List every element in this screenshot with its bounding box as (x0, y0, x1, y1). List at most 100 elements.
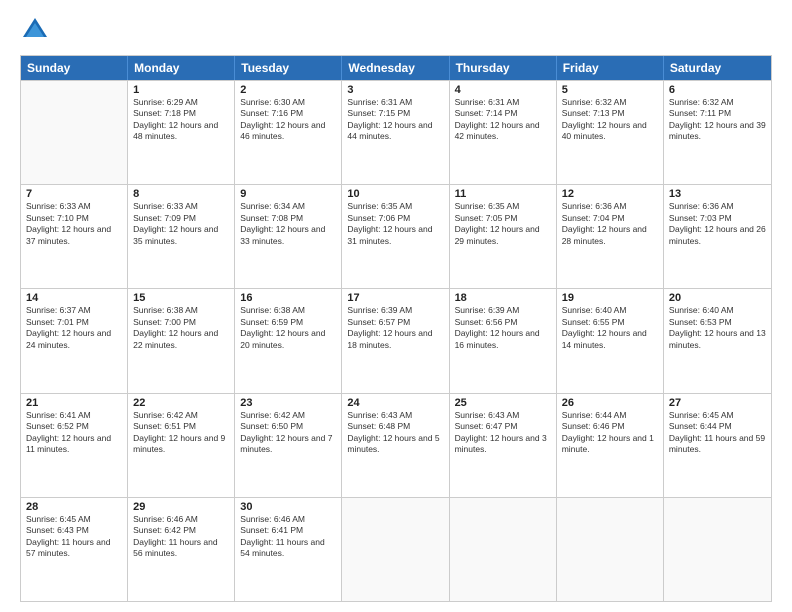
cell-info: Sunrise: 6:31 AM Sunset: 7:15 PM Dayligh… (347, 97, 443, 143)
day-cell-24: 24Sunrise: 6:43 AM Sunset: 6:48 PM Dayli… (342, 394, 449, 497)
day-number: 8 (133, 188, 229, 200)
cell-info: Sunrise: 6:45 AM Sunset: 6:44 PM Dayligh… (669, 410, 766, 456)
day-number: 28 (26, 501, 122, 513)
day-number: 1 (133, 84, 229, 96)
logo-icon (20, 15, 50, 45)
day-number: 9 (240, 188, 336, 200)
cell-info: Sunrise: 6:44 AM Sunset: 6:46 PM Dayligh… (562, 410, 658, 456)
day-number: 7 (26, 188, 122, 200)
day-cell-12: 12Sunrise: 6:36 AM Sunset: 7:04 PM Dayli… (557, 185, 664, 288)
cell-info: Sunrise: 6:43 AM Sunset: 6:47 PM Dayligh… (455, 410, 551, 456)
day-number: 20 (669, 292, 766, 304)
day-number: 12 (562, 188, 658, 200)
cell-info: Sunrise: 6:34 AM Sunset: 7:08 PM Dayligh… (240, 201, 336, 247)
day-cell-5: 5Sunrise: 6:32 AM Sunset: 7:13 PM Daylig… (557, 81, 664, 184)
day-number: 4 (455, 84, 551, 96)
day-number: 27 (669, 397, 766, 409)
header-day-sunday: Sunday (21, 56, 128, 80)
cell-info: Sunrise: 6:33 AM Sunset: 7:10 PM Dayligh… (26, 201, 122, 247)
cell-info: Sunrise: 6:39 AM Sunset: 6:57 PM Dayligh… (347, 305, 443, 351)
day-cell-22: 22Sunrise: 6:42 AM Sunset: 6:51 PM Dayli… (128, 394, 235, 497)
cell-info: Sunrise: 6:39 AM Sunset: 6:56 PM Dayligh… (455, 305, 551, 351)
day-cell-8: 8Sunrise: 6:33 AM Sunset: 7:09 PM Daylig… (128, 185, 235, 288)
day-cell-20: 20Sunrise: 6:40 AM Sunset: 6:53 PM Dayli… (664, 289, 771, 392)
day-number: 14 (26, 292, 122, 304)
cell-info: Sunrise: 6:46 AM Sunset: 6:41 PM Dayligh… (240, 514, 336, 560)
logo (20, 15, 55, 45)
day-number: 11 (455, 188, 551, 200)
week-row-1: 7Sunrise: 6:33 AM Sunset: 7:10 PM Daylig… (21, 184, 771, 288)
empty-cell (21, 81, 128, 184)
day-number: 16 (240, 292, 336, 304)
cell-info: Sunrise: 6:31 AM Sunset: 7:14 PM Dayligh… (455, 97, 551, 143)
week-row-0: 1Sunrise: 6:29 AM Sunset: 7:18 PM Daylig… (21, 80, 771, 184)
header (20, 15, 772, 45)
day-number: 19 (562, 292, 658, 304)
cell-info: Sunrise: 6:46 AM Sunset: 6:42 PM Dayligh… (133, 514, 229, 560)
cell-info: Sunrise: 6:33 AM Sunset: 7:09 PM Dayligh… (133, 201, 229, 247)
day-cell-21: 21Sunrise: 6:41 AM Sunset: 6:52 PM Dayli… (21, 394, 128, 497)
day-number: 26 (562, 397, 658, 409)
day-cell-18: 18Sunrise: 6:39 AM Sunset: 6:56 PM Dayli… (450, 289, 557, 392)
header-day-saturday: Saturday (664, 56, 771, 80)
week-row-3: 21Sunrise: 6:41 AM Sunset: 6:52 PM Dayli… (21, 393, 771, 497)
day-cell-7: 7Sunrise: 6:33 AM Sunset: 7:10 PM Daylig… (21, 185, 128, 288)
day-cell-1: 1Sunrise: 6:29 AM Sunset: 7:18 PM Daylig… (128, 81, 235, 184)
day-number: 23 (240, 397, 336, 409)
day-number: 25 (455, 397, 551, 409)
cell-info: Sunrise: 6:40 AM Sunset: 6:53 PM Dayligh… (669, 305, 766, 351)
empty-cell (450, 498, 557, 601)
day-cell-25: 25Sunrise: 6:43 AM Sunset: 6:47 PM Dayli… (450, 394, 557, 497)
day-cell-29: 29Sunrise: 6:46 AM Sunset: 6:42 PM Dayli… (128, 498, 235, 601)
cell-info: Sunrise: 6:36 AM Sunset: 7:04 PM Dayligh… (562, 201, 658, 247)
day-number: 3 (347, 84, 443, 96)
cell-info: Sunrise: 6:36 AM Sunset: 7:03 PM Dayligh… (669, 201, 766, 247)
day-cell-4: 4Sunrise: 6:31 AM Sunset: 7:14 PM Daylig… (450, 81, 557, 184)
empty-cell (342, 498, 449, 601)
header-day-monday: Monday (128, 56, 235, 80)
day-number: 10 (347, 188, 443, 200)
day-cell-11: 11Sunrise: 6:35 AM Sunset: 7:05 PM Dayli… (450, 185, 557, 288)
cell-info: Sunrise: 6:41 AM Sunset: 6:52 PM Dayligh… (26, 410, 122, 456)
day-number: 17 (347, 292, 443, 304)
week-row-4: 28Sunrise: 6:45 AM Sunset: 6:43 PM Dayli… (21, 497, 771, 601)
header-day-friday: Friday (557, 56, 664, 80)
page: SundayMondayTuesdayWednesdayThursdayFrid… (0, 0, 792, 612)
calendar: SundayMondayTuesdayWednesdayThursdayFrid… (20, 55, 772, 602)
cell-info: Sunrise: 6:30 AM Sunset: 7:16 PM Dayligh… (240, 97, 336, 143)
day-number: 15 (133, 292, 229, 304)
day-cell-30: 30Sunrise: 6:46 AM Sunset: 6:41 PM Dayli… (235, 498, 342, 601)
cell-info: Sunrise: 6:29 AM Sunset: 7:18 PM Dayligh… (133, 97, 229, 143)
day-cell-6: 6Sunrise: 6:32 AM Sunset: 7:11 PM Daylig… (664, 81, 771, 184)
cell-info: Sunrise: 6:42 AM Sunset: 6:51 PM Dayligh… (133, 410, 229, 456)
day-number: 2 (240, 84, 336, 96)
calendar-header: SundayMondayTuesdayWednesdayThursdayFrid… (21, 56, 771, 80)
cell-info: Sunrise: 6:32 AM Sunset: 7:13 PM Dayligh… (562, 97, 658, 143)
day-cell-28: 28Sunrise: 6:45 AM Sunset: 6:43 PM Dayli… (21, 498, 128, 601)
day-cell-16: 16Sunrise: 6:38 AM Sunset: 6:59 PM Dayli… (235, 289, 342, 392)
day-cell-13: 13Sunrise: 6:36 AM Sunset: 7:03 PM Dayli… (664, 185, 771, 288)
cell-info: Sunrise: 6:35 AM Sunset: 7:06 PM Dayligh… (347, 201, 443, 247)
day-number: 24 (347, 397, 443, 409)
header-day-thursday: Thursday (450, 56, 557, 80)
cell-info: Sunrise: 6:37 AM Sunset: 7:01 PM Dayligh… (26, 305, 122, 351)
cell-info: Sunrise: 6:40 AM Sunset: 6:55 PM Dayligh… (562, 305, 658, 351)
calendar-body: 1Sunrise: 6:29 AM Sunset: 7:18 PM Daylig… (21, 80, 771, 601)
day-number: 5 (562, 84, 658, 96)
cell-info: Sunrise: 6:43 AM Sunset: 6:48 PM Dayligh… (347, 410, 443, 456)
cell-info: Sunrise: 6:38 AM Sunset: 6:59 PM Dayligh… (240, 305, 336, 351)
week-row-2: 14Sunrise: 6:37 AM Sunset: 7:01 PM Dayli… (21, 288, 771, 392)
day-cell-27: 27Sunrise: 6:45 AM Sunset: 6:44 PM Dayli… (664, 394, 771, 497)
empty-cell (664, 498, 771, 601)
cell-info: Sunrise: 6:42 AM Sunset: 6:50 PM Dayligh… (240, 410, 336, 456)
day-cell-15: 15Sunrise: 6:38 AM Sunset: 7:00 PM Dayli… (128, 289, 235, 392)
header-day-tuesday: Tuesday (235, 56, 342, 80)
day-cell-26: 26Sunrise: 6:44 AM Sunset: 6:46 PM Dayli… (557, 394, 664, 497)
day-cell-9: 9Sunrise: 6:34 AM Sunset: 7:08 PM Daylig… (235, 185, 342, 288)
day-number: 29 (133, 501, 229, 513)
cell-info: Sunrise: 6:35 AM Sunset: 7:05 PM Dayligh… (455, 201, 551, 247)
day-number: 30 (240, 501, 336, 513)
cell-info: Sunrise: 6:38 AM Sunset: 7:00 PM Dayligh… (133, 305, 229, 351)
day-cell-17: 17Sunrise: 6:39 AM Sunset: 6:57 PM Dayli… (342, 289, 449, 392)
day-number: 6 (669, 84, 766, 96)
